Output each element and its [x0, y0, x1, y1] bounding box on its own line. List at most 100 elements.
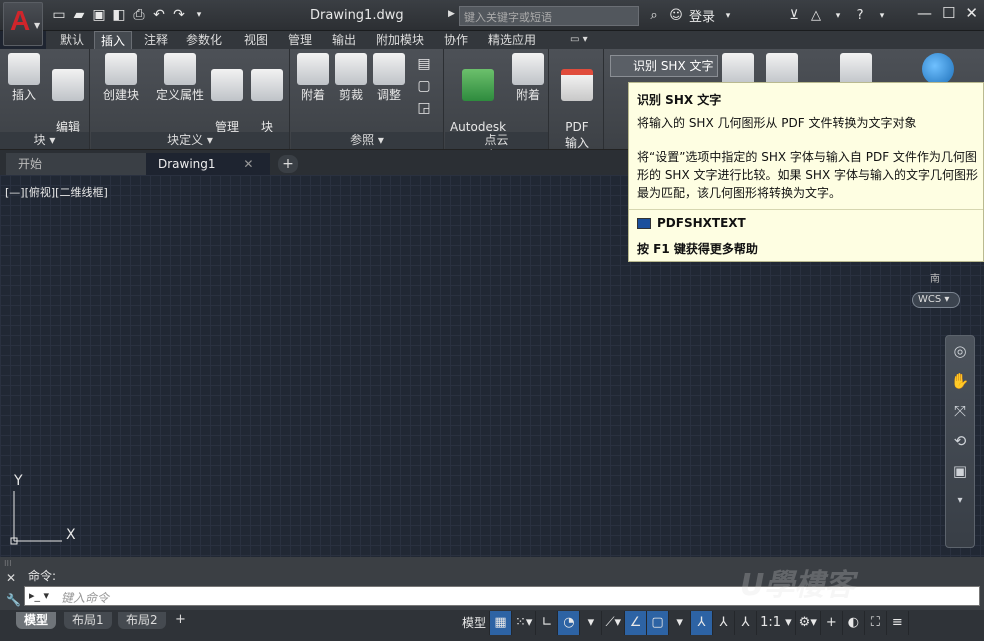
tab-insert[interactable]: 插入	[94, 31, 133, 49]
open-icon[interactable]: ▰	[70, 6, 88, 24]
chevron-down-icon[interactable]: ▾	[719, 11, 737, 21]
isolate-objects-icon[interactable]: ◐	[842, 611, 865, 635]
polar-dropdown-icon[interactable]: ▾	[580, 611, 603, 635]
wcs-menu[interactable]: WCS ▾	[912, 292, 960, 308]
layout-tab-layout1[interactable]: 布局1	[64, 612, 112, 629]
tab-addons[interactable]: 附加模块	[370, 31, 430, 49]
file-tab-drawing1[interactable]: Drawing1 ✕	[146, 153, 270, 175]
wrench-icon[interactable]: 🔧	[6, 593, 21, 607]
tab-parametric[interactable]: 参数化	[180, 31, 228, 49]
point-cloud-attach-button[interactable]: 附着	[509, 53, 547, 103]
navigation-bar: ◎ ✋ ⤧ ⟲ ▣ ▾	[945, 335, 975, 548]
clean-screen-icon[interactable]: ⛶	[864, 611, 887, 635]
application-menu-button[interactable]: A ▼	[3, 2, 43, 46]
minimize-icon[interactable]: —	[917, 4, 932, 22]
workspace-gear-icon[interactable]: ⚙▾	[795, 611, 821, 635]
ortho-icon[interactable]: ∟	[536, 611, 559, 635]
annotation-scale-value[interactable]: 1:1 ▾	[757, 611, 796, 635]
autodesk-a360-icon[interactable]: △	[807, 8, 825, 23]
steering-wheel-icon[interactable]: ◎	[946, 336, 974, 366]
tab-featured-apps[interactable]: 精选应用	[482, 31, 542, 49]
customization-menu-icon[interactable]: ≡	[886, 611, 909, 635]
tooltip-command-name: PDFSHXTEXT	[657, 216, 746, 230]
define-attribute-button[interactable]: 定义属性	[151, 53, 209, 103]
showmotion-icon[interactable]: ▣	[946, 456, 974, 486]
auto-scale-icon[interactable]: ⅄	[713, 611, 736, 635]
attach-label: 附着	[300, 88, 325, 102]
chevron-down-icon[interactable]: ▾	[829, 11, 847, 21]
ribbon-display-toggle-icon[interactable]: ▭ ▾	[564, 31, 594, 49]
manage-attributes-icon	[211, 69, 243, 101]
ucs-x-label: X	[66, 527, 76, 543]
tab-default[interactable]: 默认	[54, 31, 90, 49]
redo-icon[interactable]: ↷	[170, 6, 188, 24]
layout-tab-layout2[interactable]: 布局2	[118, 612, 166, 629]
grid-icon[interactable]: ▦	[490, 611, 513, 635]
object-snap-icon[interactable]: ▢	[647, 611, 670, 635]
create-block-button[interactable]: 创建块	[97, 53, 145, 103]
isometric-icon[interactable]: ⟋▾	[602, 611, 626, 635]
tab-view[interactable]: 视图	[238, 31, 274, 49]
pan-icon[interactable]: ✋	[946, 366, 974, 396]
osnap-dropdown-icon[interactable]: ▾	[669, 611, 692, 635]
model-space-button[interactable]: 模型	[459, 611, 491, 635]
undo-icon[interactable]: ↶	[150, 6, 168, 24]
navbar-menu-icon[interactable]: ▾	[946, 486, 974, 516]
cart-icon[interactable]: ⊻	[785, 8, 803, 23]
underlay-layers-icon[interactable]: ▤	[409, 53, 439, 75]
binoculars-icon[interactable]: ⌕	[645, 8, 663, 23]
pdf-import-label: PDF 输入	[564, 120, 589, 150]
add-layout-button[interactable]: +	[175, 612, 186, 627]
new-icon[interactable]: ▭	[50, 6, 68, 24]
viewcube-south-label[interactable]: 南	[930, 270, 940, 285]
snap-to-underlay-icon[interactable]: ◲	[409, 97, 439, 119]
save-as-icon[interactable]: ◧	[110, 6, 128, 24]
autocad-logo: A	[10, 5, 31, 36]
pdf-import-button[interactable]: PDF 输入	[556, 53, 598, 151]
close-tab-icon[interactable]: ✕	[243, 157, 253, 171]
grip-icon[interactable]: ⁝⁝⁝	[4, 559, 12, 568]
text-style-icon	[766, 53, 798, 85]
polar-tracking-icon[interactable]: ◔	[558, 611, 581, 635]
annotation-monitor-icon[interactable]: +	[820, 611, 843, 635]
file-tab-start[interactable]: 开始	[6, 153, 146, 175]
zoom-extents-icon[interactable]: ⤧	[946, 396, 974, 426]
viewport-controls[interactable]: [—][俯视][二维线框]	[5, 184, 108, 200]
tab-annotate[interactable]: 注释	[138, 31, 174, 49]
close-icon[interactable]: ✕	[965, 4, 978, 22]
tab-collaborate[interactable]: 协作	[438, 31, 474, 49]
annotation-scale-icon[interactable]: ⅄	[735, 611, 758, 635]
help-icon[interactable]: ?	[851, 8, 869, 23]
search-expand-icon[interactable]: ▶	[448, 9, 455, 19]
layout-tab-model[interactable]: 模型	[16, 612, 57, 629]
snap-icon[interactable]: ⁙▾	[512, 611, 537, 635]
maximize-icon[interactable]: ☐	[942, 4, 955, 22]
tab-manage[interactable]: 管理	[282, 31, 318, 49]
attach-button[interactable]: 附着	[295, 53, 331, 103]
login-button[interactable]: 登录	[689, 6, 715, 25]
panel-title-block-definition[interactable]: 块定义 ▾	[91, 132, 289, 149]
adjust-button[interactable]: 调整	[371, 53, 407, 103]
panel-block-definition: 创建块 定义属性 管理 属性 块 编辑器 块定义 ▾	[91, 49, 290, 150]
tooltip-command: PDFSHXTEXT	[637, 216, 746, 230]
frames-icon[interactable]: ▢	[409, 75, 439, 97]
recognize-shx-text-button[interactable]: 识别 SHX 文字	[610, 55, 718, 77]
object-snap-tracking-icon[interactable]: ∠	[625, 611, 648, 635]
panel-title-block[interactable]: 块 ▾	[0, 132, 89, 149]
print-icon[interactable]: ⎙	[130, 6, 148, 24]
panel-title-reference[interactable]: 参照 ▾	[291, 132, 443, 149]
clip-button[interactable]: 剪裁	[333, 53, 369, 103]
tab-output[interactable]: 输出	[326, 31, 362, 49]
close-icon[interactable]: ✕	[6, 571, 16, 585]
user-icon: ☺	[669, 8, 683, 23]
command-prompt-icon[interactable]: ▸_ ▾	[29, 589, 49, 602]
dropdown-icon[interactable]: ▾	[190, 6, 208, 24]
save-icon[interactable]: ▣	[90, 6, 108, 24]
insert-button[interactable]: 插入	[6, 53, 42, 103]
command-input[interactable]: 键入命令	[61, 589, 109, 606]
annotation-visibility-icon[interactable]: ⅄	[691, 611, 714, 635]
orbit-icon[interactable]: ⟲	[946, 426, 974, 456]
search-input[interactable]: 键入关键字或短语	[459, 6, 639, 26]
new-tab-button[interactable]: +	[278, 155, 298, 173]
chevron-down-icon[interactable]: ▾	[873, 11, 891, 21]
